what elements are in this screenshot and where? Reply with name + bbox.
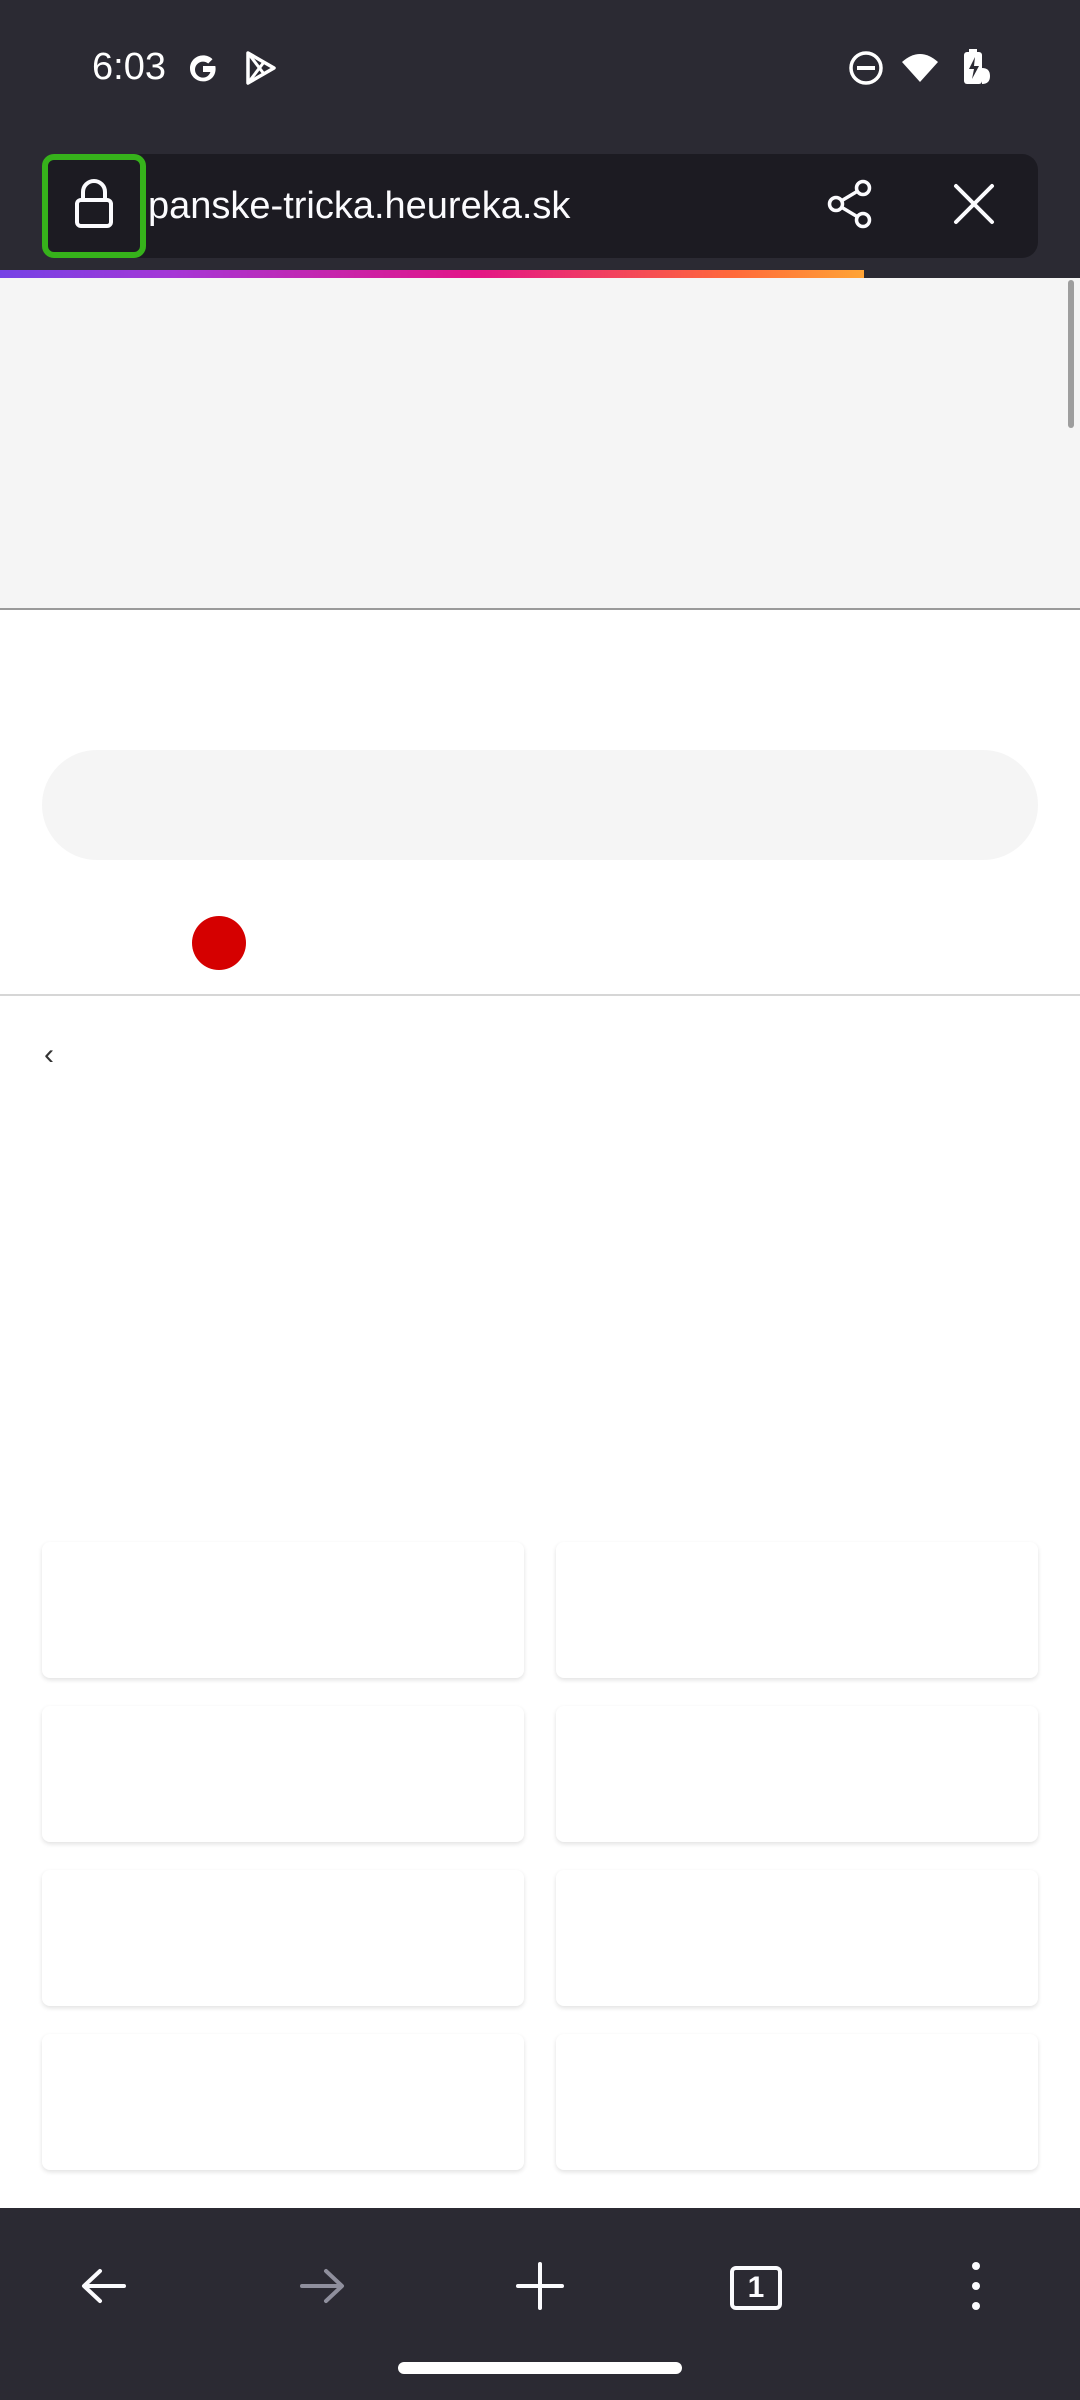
- url-text[interactable]: panske-tricka.heureka.sk: [148, 182, 570, 230]
- site-security-button[interactable]: [42, 154, 146, 258]
- lock-icon: [70, 178, 118, 235]
- new-tab-button[interactable]: [498, 2246, 582, 2330]
- menu-button[interactable]: [934, 2246, 1018, 2330]
- home-indicator[interactable]: [398, 2362, 682, 2374]
- share-icon: [824, 178, 876, 235]
- browser-bottom-bar: 1: [0, 2208, 1080, 2400]
- product-card-placeholder[interactable]: [42, 1870, 524, 2006]
- play-store-icon: [240, 48, 280, 88]
- product-card-placeholder[interactable]: [42, 2034, 524, 2170]
- page-load-progress: [0, 270, 1080, 278]
- battery-charging-icon: [955, 48, 995, 88]
- close-button[interactable]: [944, 176, 1004, 236]
- chevron-left-icon[interactable]: ‹: [44, 1038, 54, 1072]
- web-content[interactable]: ‹: [0, 278, 1080, 2208]
- page-load-progress-fill: [0, 270, 864, 278]
- tabs-button[interactable]: 1: [714, 2246, 798, 2330]
- close-icon: [950, 180, 998, 233]
- arrow-left-icon: [78, 2260, 130, 2317]
- product-card-placeholder[interactable]: [556, 1706, 1038, 1842]
- url-bar[interactable]: panske-tricka.heureka.sk: [42, 154, 1038, 258]
- back-button[interactable]: [62, 2246, 146, 2330]
- brand-logo-dot[interactable]: [192, 916, 246, 970]
- product-card-placeholder[interactable]: [556, 2034, 1038, 2170]
- share-button[interactable]: [820, 176, 880, 236]
- wifi-icon: [900, 48, 940, 88]
- header-divider: [0, 994, 1080, 996]
- product-card-placeholder[interactable]: [556, 1870, 1038, 2006]
- plus-icon: [514, 2260, 566, 2317]
- forward-button[interactable]: [280, 2246, 364, 2330]
- more-vertical-icon: [966, 2260, 986, 2317]
- status-time: 6:03: [92, 46, 166, 88]
- status-bar: 6:03: [0, 0, 1080, 136]
- google-g-icon: [183, 48, 223, 88]
- browser-toolbar: panske-tricka.heureka.sk: [0, 136, 1080, 272]
- search-bar-placeholder[interactable]: [42, 750, 1038, 860]
- product-card-placeholder[interactable]: [556, 1542, 1038, 1678]
- page-header-placeholder: [0, 278, 1080, 610]
- product-card-placeholder[interactable]: [42, 1706, 524, 1842]
- arrow-right-icon: [296, 2260, 348, 2317]
- tab-count-badge: 1: [730, 2266, 782, 2310]
- do-not-disturb-icon: [846, 48, 886, 88]
- page-scrollbar[interactable]: [1068, 280, 1074, 428]
- product-card-placeholder[interactable]: [42, 1542, 524, 1678]
